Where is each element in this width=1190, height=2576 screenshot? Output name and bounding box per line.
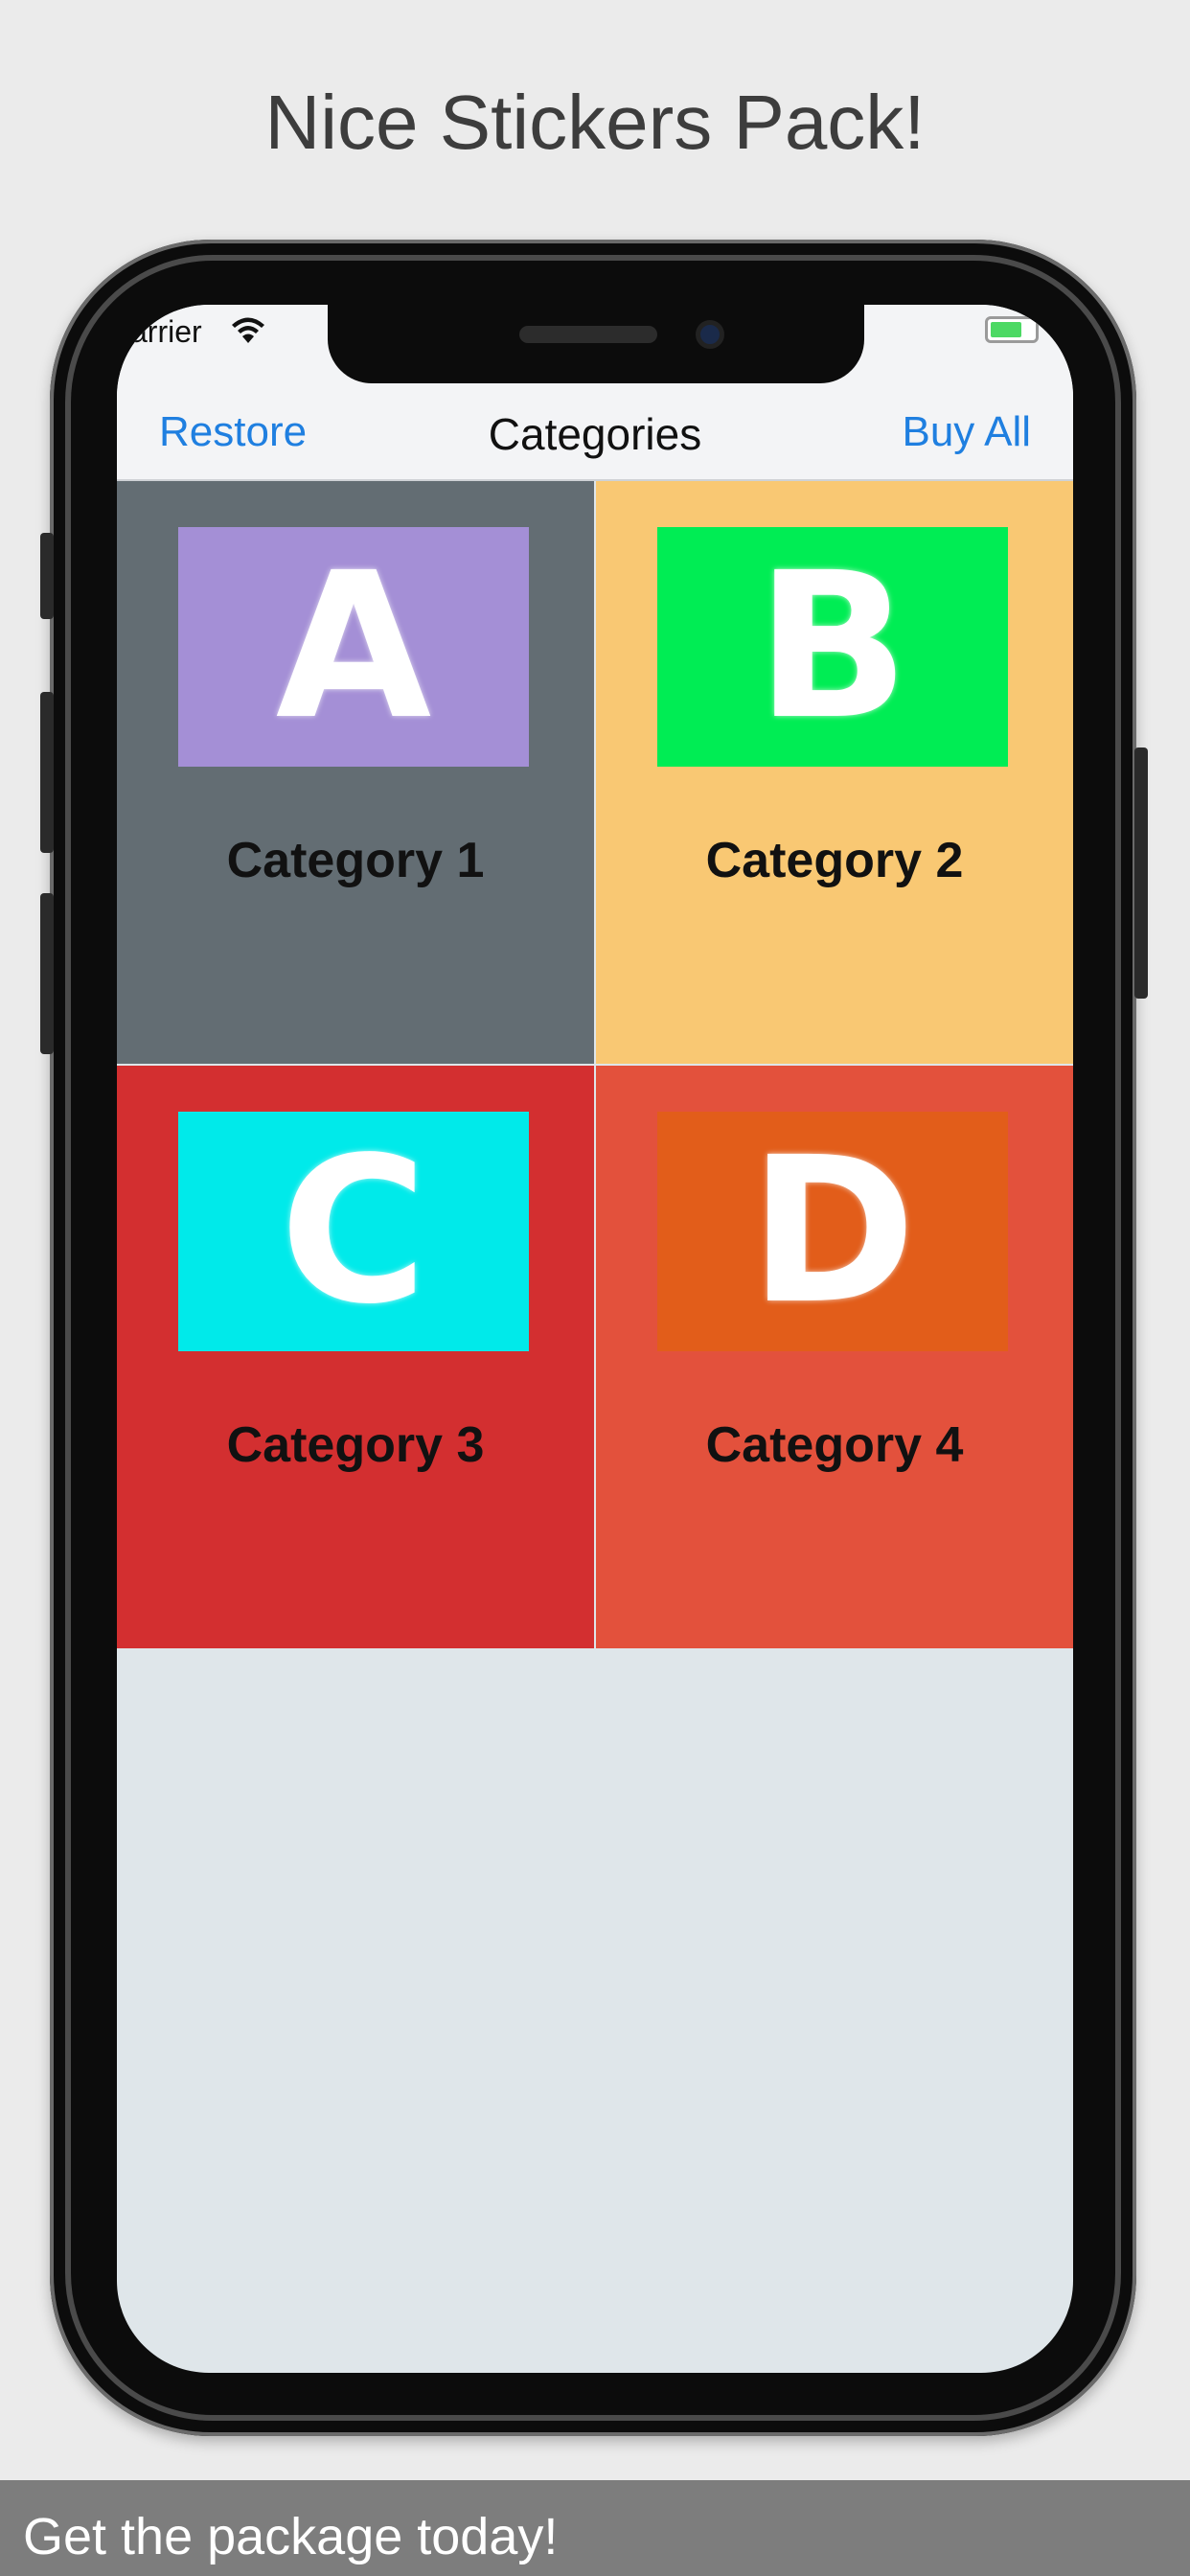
power-button bbox=[1134, 748, 1148, 999]
sticker-letter: C bbox=[279, 1114, 428, 1348]
notch bbox=[328, 305, 864, 383]
front-camera bbox=[696, 320, 724, 349]
footer-text: Get the package today! bbox=[23, 2508, 559, 2565]
category-cell-2[interactable]: B Category 2 bbox=[596, 481, 1073, 1064]
wifi-icon bbox=[230, 314, 266, 354]
carrier-label: arrier bbox=[130, 314, 202, 349]
category-3-sticker: C bbox=[178, 1112, 529, 1351]
navigation-bar: Restore Categories Buy All bbox=[117, 385, 1073, 481]
sticker-letter: D bbox=[748, 1114, 917, 1348]
category-label: Category 3 bbox=[226, 1417, 485, 1473]
mute-switch bbox=[40, 533, 54, 619]
volume-up-button bbox=[40, 692, 54, 853]
category-label: Category 2 bbox=[705, 833, 964, 888]
category-cell-1[interactable]: A Category 1 bbox=[117, 481, 594, 1064]
battery-icon bbox=[985, 316, 1039, 343]
category-2-sticker: B bbox=[657, 527, 1008, 767]
phone-screen: arrier Restore Categories Buy All A Cate… bbox=[117, 305, 1073, 2373]
speaker-grille bbox=[519, 326, 657, 343]
category-cell-3[interactable]: C Category 3 bbox=[117, 1066, 594, 1648]
category-4-sticker: D bbox=[657, 1112, 1008, 1351]
category-label: Category 4 bbox=[705, 1417, 964, 1473]
category-1-sticker: A bbox=[178, 527, 529, 767]
sticker-letter: B bbox=[755, 529, 910, 764]
footer-banner: Get the package today! bbox=[0, 2480, 1190, 2576]
category-cell-4[interactable]: D Category 4 bbox=[596, 1066, 1073, 1648]
headline: Nice Stickers Pack! bbox=[264, 80, 926, 165]
status-bar: arrier bbox=[117, 305, 1073, 385]
sticker-letter: A bbox=[275, 529, 432, 764]
category-label: Category 1 bbox=[226, 833, 485, 888]
buy-all-button[interactable]: Buy All bbox=[902, 408, 1031, 456]
volume-down-button bbox=[40, 893, 54, 1054]
